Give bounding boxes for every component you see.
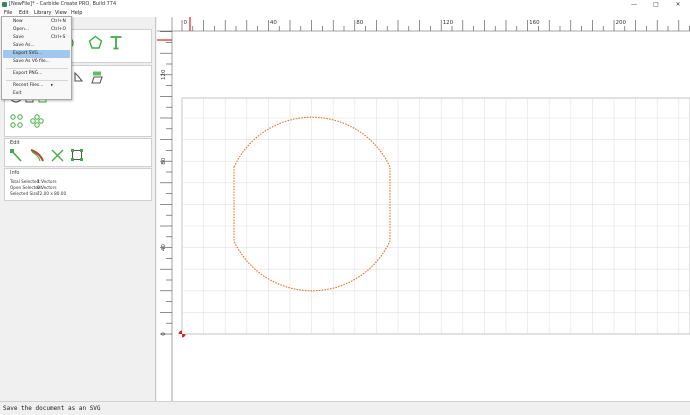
offset-tool-icon[interactable] [90, 70, 104, 84]
top-ruler-label: 120 [443, 20, 454, 26]
group-tools-icon[interactable] [9, 113, 53, 129]
open-selected-value: 0 Vectors [37, 185, 57, 190]
selected-size-label: Selected Size: [10, 191, 40, 196]
edit-section-title: Edit [10, 140, 20, 146]
polygon-tool-icon[interactable] [88, 35, 103, 50]
app-icon [2, 2, 7, 7]
window-title: [NewFile]* - Carbide Create PRO, Build 7… [9, 1, 117, 7]
total-selected-value: 1 Vectors [37, 179, 57, 184]
edit-section: Edit [4, 138, 152, 167]
selected-size-value: 72.00 x 80.00 [37, 191, 67, 196]
status-bar: Save the document as an SVG [0, 401, 690, 415]
info-section-title: Info [10, 170, 20, 176]
top-ruler-label: 80 [356, 20, 363, 26]
top-ruler-label: 200 [616, 20, 627, 26]
file-menu-exit[interactable]: Exit [3, 90, 70, 98]
top-ruler-label: 0 [184, 20, 188, 26]
left-ruler-label: 80 [161, 157, 167, 164]
file-menu-new[interactable]: New Ctrl+N [3, 18, 70, 26]
left-ruler-label: 0 [161, 332, 167, 336]
file-menu-save-as-v6[interactable]: Save As V6 file... [3, 58, 70, 66]
file-menu-export-svg[interactable]: Export SVG... [3, 50, 70, 58]
design-canvas[interactable]: 0 40 80 120 160 200 120 80 40 0 [157, 17, 690, 401]
info-section: Info Total Selected: 1 Vectors Open Sele… [4, 168, 152, 201]
file-menu-recent-files[interactable]: Recent Files... ▸ [3, 82, 70, 90]
file-menu-save-as[interactable]: Save As... [3, 42, 70, 50]
join-tool-icon[interactable] [50, 148, 65, 163]
align-tool-icon[interactable] [73, 71, 85, 83]
file-menu-dropdown: New Ctrl+N Open... Ctrl+O Save Ctrl+S Save … [1, 16, 72, 100]
canvas-drawing: 0 40 80 120 160 200 120 80 40 0 [157, 17, 690, 401]
left-ruler-label: 40 [161, 244, 167, 251]
menu-separator [6, 80, 68, 81]
canvas-grid [181, 97, 690, 335]
top-ruler-label: 40 [270, 20, 277, 26]
node-edit-icon[interactable] [9, 148, 23, 163]
text-tool-icon[interactable] [109, 35, 123, 50]
menu-help[interactable]: Help [71, 9, 82, 17]
file-menu-save[interactable]: Save Ctrl+S [3, 34, 70, 42]
close-button[interactable]: ✕ [668, 0, 688, 9]
bounding-box-icon[interactable] [70, 148, 84, 162]
maximize-button[interactable]: □ [646, 0, 666, 9]
minimize-button[interactable]: — [624, 0, 644, 9]
origin-marker-icon [178, 330, 186, 338]
title-bar: [NewFile]* - Carbide Create PRO, Build 7… [0, 0, 690, 9]
file-menu-open[interactable]: Open... Ctrl+O [3, 26, 70, 34]
left-ruler-label: 120 [161, 69, 167, 80]
menu-separator [6, 68, 68, 69]
trim-tool-icon[interactable] [29, 148, 45, 163]
status-text: Save the document as an SVG [3, 405, 101, 412]
top-ruler-label: 160 [529, 20, 540, 26]
menu-bar: File Edit Library View Help [0, 9, 690, 17]
file-menu-export-png[interactable]: Export PNG... [3, 70, 70, 78]
top-ruler [157, 17, 690, 31]
